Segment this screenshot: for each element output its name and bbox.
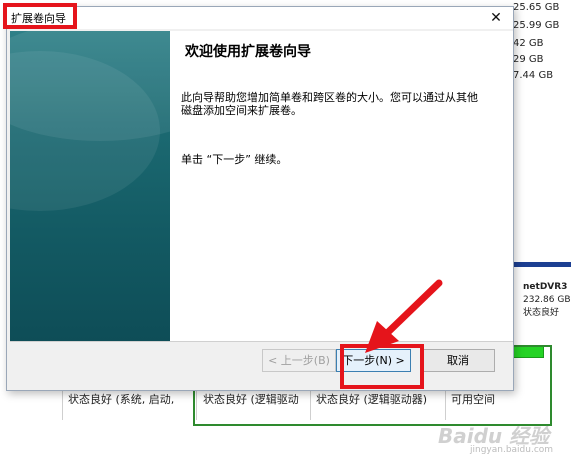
wizard-instruction: 单击 “下一步” 继续。	[181, 153, 288, 166]
partition-status[interactable]: 可用空间	[451, 386, 531, 420]
capacity-cell: 42 GB	[513, 38, 544, 49]
volume-size: 232.86 GB	[523, 295, 571, 305]
back-button[interactable]: < 上一步(B)	[262, 349, 336, 372]
wizard-heading: 欢迎使用扩展卷向导	[185, 44, 311, 60]
title-highlight-box	[3, 3, 77, 29]
partition-status[interactable]: 状态良好 (逻辑驱动器)	[316, 386, 441, 420]
capacity-cell: 29 GB	[513, 54, 544, 65]
pointer-arrow-icon	[365, 279, 443, 353]
volume-status: 状态良好	[523, 308, 560, 318]
disk-volume-block[interactable]: netDVR3 232.86 GB 状态良好	[514, 262, 571, 332]
extend-volume-wizard-dialog: 扩展卷向导 ✕ 欢迎使用扩展卷向导 此向导帮助您增加简单卷和跨区卷的大小。您可以…	[3, 3, 514, 391]
wizard-content-pane: 欢迎使用扩展卷向导 此向导帮助您增加简单卷和跨区卷的大小。您可以通过从其他磁盘添…	[170, 31, 513, 341]
partition-status[interactable]: 状态良好 (逻辑驱动	[203, 386, 307, 420]
capacity-cell: 7.44 GB	[513, 70, 554, 81]
capacity-cell: 25.65 GB	[513, 2, 560, 13]
capacity-cell: 25.99 GB	[513, 20, 560, 31]
watermark-url: jingyan.baidu.com	[470, 445, 554, 455]
volume-name: netDVR3	[523, 282, 568, 292]
wizard-banner-image	[10, 31, 170, 341]
wizard-description: 此向导帮助您增加简单卷和跨区卷的大小。您可以通过从其他磁盘添加空间来扩展卷。	[181, 91, 478, 117]
title-bar[interactable]: 扩展卷向导 ✕	[7, 7, 513, 29]
volume-capacity-column: 25.65 GB 25.99 GB 42 GB 29 GB 7.44 GB	[505, 0, 571, 95]
partition-status[interactable]: 状态良好 (系统, 启动,	[68, 386, 186, 420]
close-button[interactable]: ✕	[487, 9, 505, 27]
